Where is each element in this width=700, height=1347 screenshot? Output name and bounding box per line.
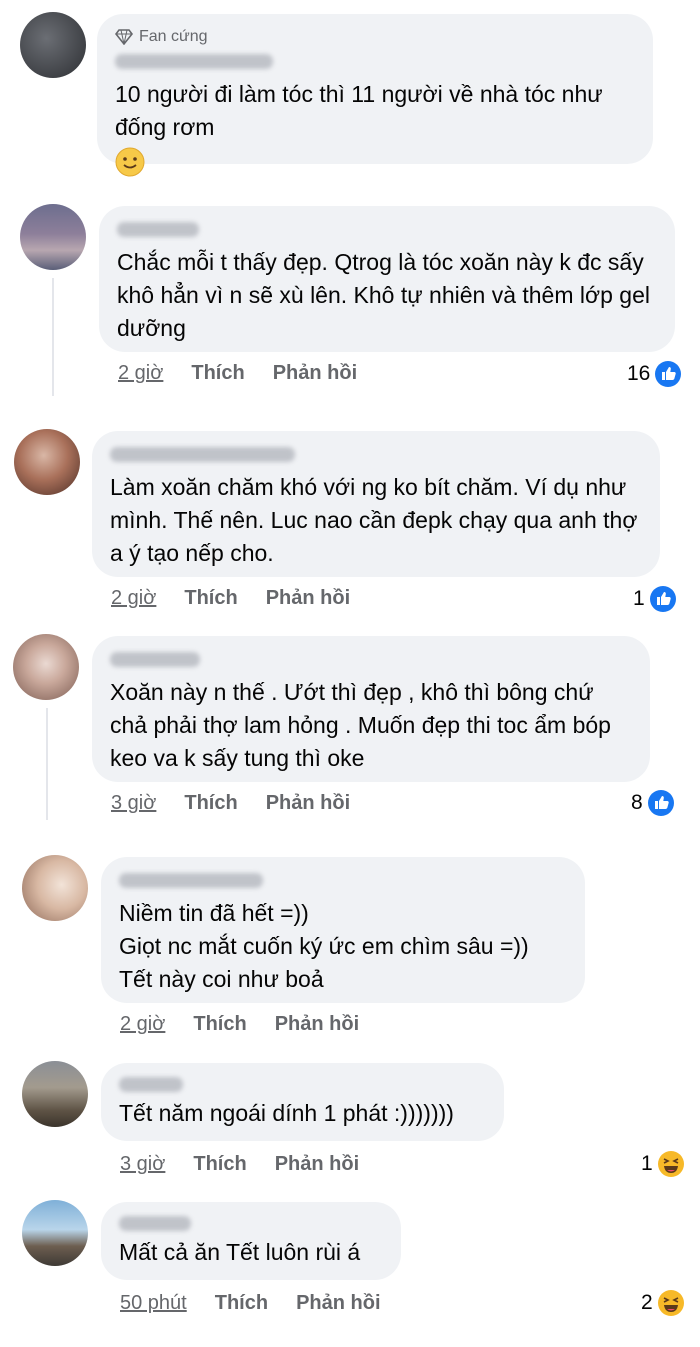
avatar[interactable] — [20, 12, 86, 78]
author-name-blurred[interactable] — [115, 50, 635, 72]
comment-bubble: Niềm tin đã hết =)) Giọt nc mắt cuốn ký … — [101, 857, 585, 1003]
timestamp-link[interactable]: 3 giờ — [120, 1153, 165, 1176]
avatar[interactable] — [20, 204, 86, 270]
avatar[interactable] — [13, 634, 79, 700]
timestamp-link[interactable]: 50 phút — [120, 1292, 187, 1315]
timestamp-link[interactable]: 2 giờ — [111, 587, 156, 610]
reply-button[interactable]: Phản hồi — [275, 1153, 359, 1176]
comment-actions: 3 giờ Thích Phản hồi — [120, 1153, 387, 1176]
thread-line — [46, 708, 48, 820]
like-reaction-icon — [647, 790, 674, 816]
reaction-count[interactable]: 2 — [641, 1289, 685, 1317]
thread-line — [52, 278, 54, 396]
reply-button[interactable]: Phản hồi — [266, 792, 350, 815]
comment-text: Niềm tin đã hết =)) Giọt nc mắt cuốn ký … — [119, 900, 529, 992]
timestamp-link[interactable]: 2 giờ — [120, 1013, 165, 1036]
haha-reaction-icon — [657, 1151, 684, 1177]
comment-bubble: Mất cả ăn Tết luôn rùi á — [101, 1202, 401, 1280]
avatar[interactable] — [14, 429, 80, 495]
comment-bubble: Tết năm ngoái dính 1 phát :))))))) — [101, 1063, 504, 1141]
comment-actions: 2 giờ Thích Phản hồi — [120, 1013, 387, 1036]
reply-button[interactable]: Phản hồi — [296, 1292, 380, 1315]
reaction-count-value: 16 — [627, 362, 651, 385]
like-reaction-icon — [655, 361, 682, 387]
badge-label: Fan cứng — [139, 28, 208, 45]
reaction-count-value: 1 — [641, 1152, 653, 1175]
reaction-count-value: 8 — [631, 791, 643, 814]
reply-button[interactable]: Phản hồi — [266, 587, 350, 610]
haha-reaction-icon — [657, 1290, 684, 1316]
like-button[interactable]: Thích — [191, 362, 244, 385]
comment-text: Làm xoăn chăm khó với ng ko bít chăm. Ví… — [110, 474, 638, 566]
reaction-count[interactable]: 16 — [627, 360, 682, 388]
comment-text-content: 10 người đi làm tóc thì 11 người về nhà … — [115, 81, 603, 140]
comment-text: Xoăn này n thế . Ướt thì đẹp , khô thì b… — [110, 679, 611, 771]
like-button[interactable]: Thích — [193, 1013, 246, 1036]
comment-bubble: Xoăn này n thế . Ướt thì đẹp , khô thì b… — [92, 636, 650, 782]
reply-button[interactable]: Phản hồi — [273, 362, 357, 385]
comment-text: 10 người đi làm tóc thì 11 người về nhà … — [115, 78, 635, 177]
timestamp-link[interactable]: 2 giờ — [118, 362, 163, 385]
reaction-count-value: 2 — [641, 1291, 653, 1314]
author-name-blurred[interactable] — [119, 869, 567, 891]
avatar[interactable] — [22, 855, 88, 921]
reaction-count[interactable]: 1 — [641, 1150, 685, 1178]
avatar[interactable] — [22, 1200, 88, 1266]
reaction-count-value: 1 — [633, 587, 645, 610]
diamond-icon — [115, 29, 133, 45]
timestamp-link[interactable]: 3 giờ — [111, 792, 156, 815]
comment-text: Tết năm ngoái dính 1 phát :))))))) — [119, 1100, 454, 1126]
reply-button[interactable]: Phản hồi — [275, 1013, 359, 1036]
author-name-blurred[interactable] — [110, 443, 642, 465]
comment-actions: 2 giờ Thích Phản hồi — [111, 587, 378, 610]
author-name-blurred[interactable] — [119, 1212, 383, 1234]
like-reaction-icon — [649, 586, 676, 612]
author-name-blurred[interactable] — [110, 648, 632, 670]
author-name-blurred[interactable] — [117, 218, 657, 240]
comment-bubble: Chắc mỗi t thấy đẹp. Qtrog là tóc xoăn n… — [99, 206, 675, 352]
slight-smile-emoji-icon — [115, 147, 145, 177]
reaction-count[interactable]: 8 — [631, 789, 675, 817]
comment-actions: 2 giờ Thích Phản hồi — [118, 362, 385, 385]
comment-bubble: Fan cứng 10 người đi làm tóc thì 11 ngườ… — [97, 14, 653, 177]
comment-text: Chắc mỗi t thấy đẹp. Qtrog là tóc xoăn n… — [117, 249, 650, 341]
comment-bubble: Làm xoăn chăm khó với ng ko bít chăm. Ví… — [92, 431, 660, 577]
comment-actions: 3 giờ Thích Phản hồi — [111, 792, 378, 815]
comment-actions: 50 phút Thích Phản hồi — [120, 1292, 409, 1315]
like-button[interactable]: Thích — [193, 1153, 246, 1176]
comment-text: Mất cả ăn Tết luôn rùi á — [119, 1239, 361, 1265]
author-name-blurred[interactable] — [119, 1073, 486, 1095]
reaction-count[interactable]: 1 — [633, 585, 677, 613]
avatar[interactable] — [22, 1061, 88, 1127]
fan-badge: Fan cứng — [115, 26, 635, 48]
like-button[interactable]: Thích — [184, 792, 237, 815]
like-button[interactable]: Thích — [215, 1292, 268, 1315]
like-button[interactable]: Thích — [184, 587, 237, 610]
